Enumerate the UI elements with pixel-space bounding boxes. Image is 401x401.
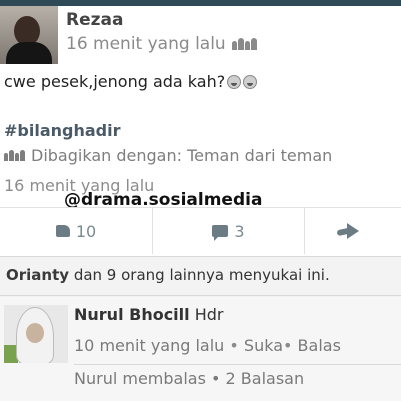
hashtag-link[interactable]: #bilanghadir [4,121,120,140]
author-name[interactable]: Rezaa [66,10,123,30]
like-button[interactable]: 10 [0,208,153,254]
meta-separator: • [224,336,244,355]
post-text: cwe pesek,jenong ada kah? [4,72,226,91]
comment-icon [212,225,229,241]
comment-like-link[interactable]: Suka [244,336,283,355]
action-bar: 10 3 [0,207,401,254]
comment-reply-link[interactable]: Balas [298,336,341,355]
commenter-avatar[interactable] [4,305,68,363]
laughing-face-emoji-icon [243,74,258,89]
friends-of-friends-icon [231,38,257,50]
post-meta: 16 menit yang lalu [66,34,257,54]
comment-line: Nurul Bhocill Hdr [74,305,224,324]
like-count: 10 [75,221,97,241]
meta-separator: • [283,336,298,355]
shared-with-text: Dibagikan dengan: Teman dari teman [31,146,333,165]
friends-of-friends-icon [4,150,25,161]
liker-name[interactable]: Orianty [6,266,69,284]
comment-button[interactable]: 3 [153,208,305,254]
likes-rest: dan 9 orang lainnya menyukai ini. [69,266,330,284]
thumbs-up-icon [55,225,70,237]
shared-with-row: Dibagikan dengan: Teman dari teman [4,146,332,165]
comment-count: 3 [234,221,245,241]
author-avatar[interactable] [0,6,58,64]
likes-summary[interactable]: Orianty dan 9 orang lainnya menyukai ini… [6,266,330,284]
share-button[interactable] [305,208,401,254]
share-arrow-icon [347,223,359,239]
comment-divider [74,364,401,365]
comment-time: 10 menit yang lalu [74,336,225,355]
comment-text: Hdr [189,305,224,324]
post-time[interactable]: 16 menit yang lalu [66,34,226,54]
laughing-face-emoji-icon [227,74,242,89]
comment-meta: 10 menit yang lalu • Suka• Balas [74,336,341,355]
view-replies-link[interactable]: Nurul membalas • 2 Balasan [74,369,304,388]
commenter-name[interactable]: Nurul Bhocill [74,305,190,324]
post-text-row: cwe pesek,jenong ada kah? [4,72,258,91]
